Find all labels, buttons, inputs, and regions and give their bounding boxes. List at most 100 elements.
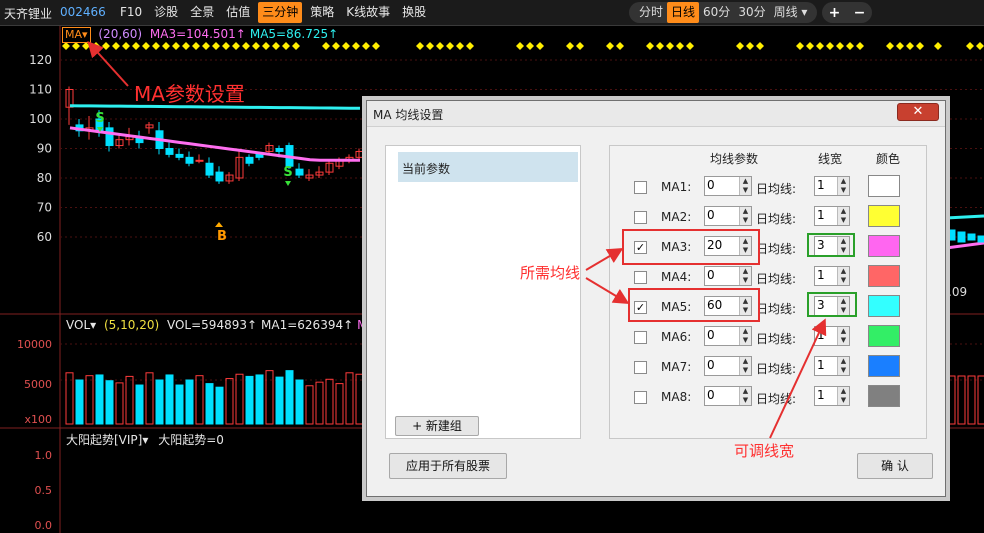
ma1-param-input[interactable]: 0 ▲ ▼	[704, 176, 752, 196]
period-tab-4[interactable]: 周线 ▾	[770, 2, 812, 23]
apply-all-stocks-button[interactable]: 应用于所有股票	[389, 453, 507, 479]
volume-bar	[335, 383, 344, 425]
spinner-icon[interactable]: ▲ ▼	[837, 357, 849, 375]
ma7-checkbox[interactable]	[634, 361, 647, 374]
ma2-label: MA2:	[661, 210, 692, 224]
nav-tab-4[interactable]: 三分钟	[258, 2, 303, 23]
ma-row-4: MA4: 0 ▲ ▼ 日均线: 1 ▲ ▼	[610, 265, 928, 289]
zoom-in-button[interactable]: +	[829, 5, 841, 21]
signal-diamond	[826, 42, 834, 50]
ok-button[interactable]: 确 认	[857, 453, 933, 479]
spinner-icon[interactable]: ▲ ▼	[739, 207, 751, 225]
ma8-color-swatch[interactable]	[868, 385, 900, 407]
signal-diamond	[686, 42, 694, 50]
spinner-icon[interactable]: ▲ ▼	[739, 267, 751, 285]
volume-bar	[355, 373, 364, 425]
ma1-checkbox[interactable]	[634, 181, 647, 194]
nav-tab-0[interactable]: F10	[116, 2, 146, 23]
ma8-param-input[interactable]: 0 ▲ ▼	[704, 386, 752, 406]
nav-tab-1[interactable]: 诊股	[150, 2, 182, 23]
nav-tab-5[interactable]: 策略	[306, 2, 338, 23]
new-group-button[interactable]: + 新建组	[395, 416, 479, 436]
ma6-checkbox[interactable]	[634, 331, 647, 344]
indicator-value: 大阳起势=0	[158, 433, 224, 447]
dialog-titlebar[interactable]: MA 均线设置 ✕	[367, 101, 945, 127]
column-header-param: 均线参数	[710, 152, 759, 166]
ma8-width-input[interactable]: 1 ▲ ▼	[814, 386, 850, 406]
spinner-icon[interactable]: ▲ ▼	[837, 387, 849, 405]
price-tick-label: 110	[29, 83, 52, 97]
signal-diamond	[656, 42, 664, 50]
zoom-out-button[interactable]: −	[854, 5, 866, 21]
period-tab-1[interactable]: 日线	[667, 2, 700, 23]
spinner-icon[interactable]: ▲ ▼	[837, 177, 849, 195]
signal-diamond	[182, 42, 190, 50]
ma6-param-input[interactable]: 0 ▲ ▼	[704, 326, 752, 346]
ma6-color-swatch[interactable]	[868, 325, 900, 347]
ma-settings-button[interactable]: MA▾	[62, 27, 91, 43]
signal-diamond	[646, 42, 654, 50]
spinner-icon[interactable]: ▲ ▼	[837, 207, 849, 225]
candle-body	[175, 153, 184, 158]
zoom-controls: + −	[822, 2, 872, 23]
spinner-icon[interactable]: ▲ ▼	[837, 267, 849, 285]
ma7-color-swatch[interactable]	[868, 355, 900, 377]
volume-bar	[285, 370, 294, 425]
nav-tab-6[interactable]: K线故事	[342, 2, 394, 23]
price-tick-label: 100	[29, 112, 52, 126]
ma2-checkbox[interactable]	[634, 211, 647, 224]
volume-bar	[967, 375, 976, 425]
signal-diamond	[816, 42, 824, 50]
ma7-width-input[interactable]: 1 ▲ ▼	[814, 356, 850, 376]
period-selector: 分时 日线 60分 30分 周线 ▾	[629, 2, 818, 23]
ma8-checkbox[interactable]	[634, 391, 647, 404]
spinner-icon[interactable]: ▲ ▼	[739, 327, 751, 345]
signal-diamond	[526, 42, 534, 50]
nav-tab-2[interactable]: 全景	[186, 2, 218, 23]
ma4-checkbox[interactable]	[634, 271, 647, 284]
highlight-ma5-width	[807, 292, 857, 317]
sell-marker-0: S	[95, 111, 104, 126]
signal-diamond	[916, 42, 924, 50]
period-tab-2[interactable]: 60分	[699, 2, 734, 23]
stock-code[interactable]: 002466	[60, 5, 106, 19]
ma1-width-input[interactable]: 1 ▲ ▼	[814, 176, 850, 196]
ma3-color-swatch[interactable]	[868, 235, 900, 257]
ma4-width-input[interactable]: 1 ▲ ▼	[814, 266, 850, 286]
sell-arrow-icon	[285, 181, 291, 186]
spinner-icon[interactable]: ▲ ▼	[739, 357, 751, 375]
spinner-icon[interactable]: ▲ ▼	[739, 177, 751, 195]
vol-menu-button[interactable]: VOL▾	[66, 318, 96, 332]
volume-bar	[957, 375, 966, 425]
signal-diamond	[292, 42, 300, 50]
stock-name[interactable]: 天齐锂业	[4, 5, 52, 22]
ma4-param-input[interactable]: 0 ▲ ▼	[704, 266, 752, 286]
ma7-label: MA7:	[661, 360, 692, 374]
nav-tab-7[interactable]: 换股	[398, 2, 430, 23]
ma1-unit: 日均线:	[756, 182, 797, 196]
ma2-param-input[interactable]: 0 ▲ ▼	[704, 206, 752, 226]
ma7-param-input[interactable]: 0 ▲ ▼	[704, 356, 752, 376]
ma6-param-value: 0	[707, 328, 715, 342]
ma5-color-swatch[interactable]	[868, 295, 900, 317]
ma6-width-input[interactable]: 1 ▲ ▼	[814, 326, 850, 346]
ma5-line-right	[945, 214, 984, 220]
indicator-menu-button[interactable]: 大阳起势[VIP]▾	[66, 433, 148, 447]
signal-diamond	[426, 42, 434, 50]
current-params-item[interactable]: 当前参数	[398, 152, 578, 182]
ma2-width-input[interactable]: 1 ▲ ▼	[814, 206, 850, 226]
signal-diamond	[282, 42, 290, 50]
ma4-color-swatch[interactable]	[868, 265, 900, 287]
spinner-icon[interactable]: ▲ ▼	[837, 327, 849, 345]
nav-tab-3[interactable]: 估值	[222, 2, 254, 23]
annotation-needed-ma: 所需均线	[520, 264, 581, 282]
spinner-icon[interactable]: ▲ ▼	[739, 387, 751, 405]
ma3-value: MA3=104.501↑	[149, 27, 246, 41]
period-tab-3[interactable]: 30分	[734, 2, 769, 23]
signal-diamond	[272, 42, 280, 50]
ma1-color-swatch[interactable]	[868, 175, 900, 197]
ma2-color-swatch[interactable]	[868, 205, 900, 227]
period-tab-0[interactable]: 分时	[635, 2, 667, 23]
param-group-list: 当前参数	[385, 145, 581, 439]
close-icon[interactable]: ✕	[897, 103, 939, 121]
